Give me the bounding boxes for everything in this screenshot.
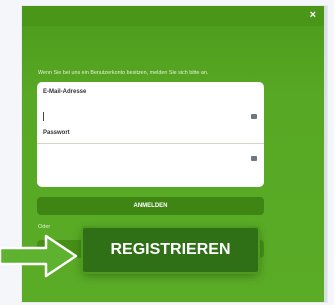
- login-button[interactable]: ANMELDEN: [37, 197, 264, 215]
- key-icon[interactable]: [251, 114, 257, 119]
- close-icon[interactable]: ×: [310, 9, 316, 22]
- dialog-header: ×: [22, 6, 324, 26]
- login-prompt: Wenn Sie bei uns ein Benutzerkonto besit…: [38, 70, 209, 76]
- arrow-icon: [0, 234, 78, 278]
- register-button[interactable]: REGISTRIEREN: [83, 228, 258, 272]
- text-caret: [43, 112, 44, 121]
- login-form: E-Mail-Adresse Passwort: [37, 82, 264, 187]
- or-separator: Oder: [38, 224, 51, 230]
- key-icon[interactable]: [251, 156, 257, 161]
- email-field[interactable]: [42, 108, 258, 125]
- field-divider: [37, 143, 264, 144]
- password-field[interactable]: [42, 150, 258, 167]
- password-label: Passwort: [43, 130, 70, 136]
- email-label: E-Mail-Adresse: [43, 89, 87, 95]
